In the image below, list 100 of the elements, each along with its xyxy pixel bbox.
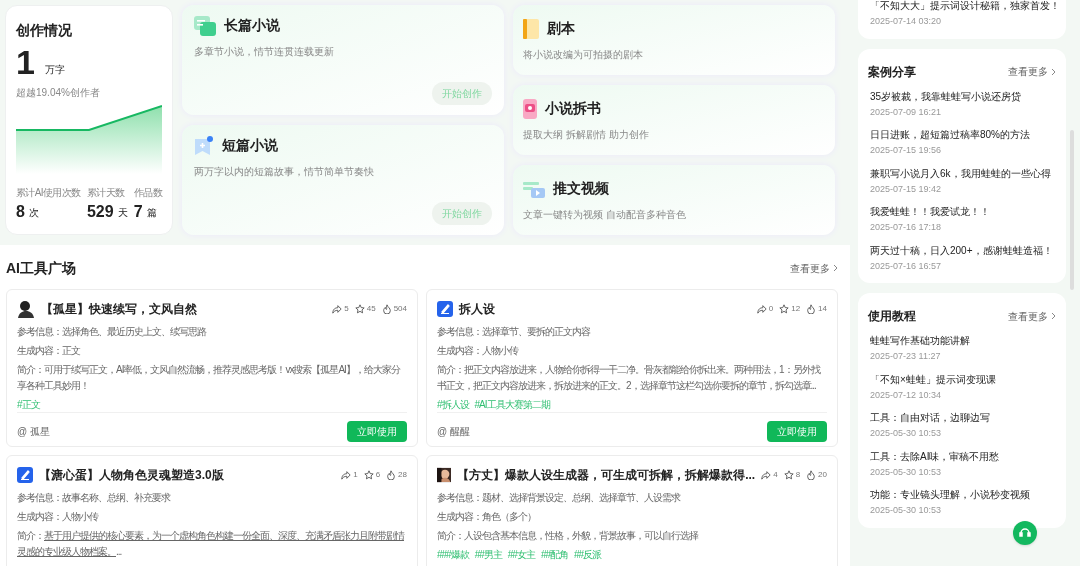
use-count: 504 <box>393 303 407 315</box>
article-date: 2025-05-30 10:53 <box>870 427 943 440</box>
tool-title: 拆人设 <box>459 301 496 318</box>
star-count: 45 <box>366 303 376 315</box>
metric-label: 累计天数 <box>86 186 126 200</box>
mode-title: 小说拆书 <box>545 99 601 118</box>
star-icon[interactable] <box>363 470 374 480</box>
support-button[interactable] <box>1013 521 1037 545</box>
tool-title: 【溏心蛋】人物角色灵魂塑造3.0版 <box>39 467 225 484</box>
see-more-link[interactable]: 查看更多 <box>1008 64 1048 79</box>
output-info: 生成内容：人物小传 <box>17 510 100 524</box>
reference-info: 参考信息：选择章节、要拆的正文内容 <box>437 325 591 339</box>
article-title: 工具：自由对话，边聊边写 <box>870 411 991 425</box>
article-title: 「不知大大」提示词设计秘籍，独家首发！ <box>870 0 1056 13</box>
tool-card[interactable]: 【孤星】快速续写，文风自然 5 45 504 参考信息：选择角色、最近历史上文、续写思路 生成内容：正文 简介：可用于续写正文，AI率低，文风自然流畅，推荐灵感思考版！vx搜索【孤星AI】，给大家分享各种工具妙用！ #正文 @ 孤星 立即使用 <box>6 289 418 447</box>
article-date: 2025-07-16 16:57 <box>870 259 943 273</box>
sidebar-title: 案例分享 <box>868 63 916 81</box>
word-count: 1 <box>16 45 35 79</box>
stats-title: 创作情况 <box>16 21 73 40</box>
mode-card[interactable]: 小说拆书 提取大纲 拆解剧情 助力创作 <box>513 85 835 155</box>
mode-title: 剧本 <box>547 19 575 38</box>
mode-title: 长篇小说 <box>224 16 280 35</box>
article-date: 2025-07-14 03:20 <box>870 15 943 28</box>
tool-intro: 简介：可用于续写正文，AI率低，文风自然流畅，推荐灵感思考版！vx搜索【孤星AI】，给大家分享各种工具妙用！ <box>17 363 402 393</box>
article-item[interactable]: 功能：专业镜头理解，小说秒变视频 2025-05-30 10:53 <box>868 487 1056 518</box>
use-count: 28 <box>398 469 407 481</box>
metric-label: 作品数 <box>133 186 162 200</box>
pen-icon <box>17 467 33 483</box>
reference-info: 参考信息：选择角色、最近历史上文、续写思路 <box>17 325 208 339</box>
mode-card[interactable]: 推文视频 文章一键转为视频 自动配音多种音色 <box>513 165 835 235</box>
fire-icon <box>381 304 392 314</box>
article-title: 兼职写小说月入6k，我用蛙蛙的一些心得 <box>870 166 1052 181</box>
share-count: 1 <box>353 469 358 481</box>
reference-info: 参考信息：故事名称、总纲、补充要求 <box>17 491 172 505</box>
fire-icon <box>806 470 817 480</box>
mode-card[interactable]: 短篇小说 两万字以内的短篇故事，情节简单节奏快 开始创作 <box>182 125 504 235</box>
output-info: 生成内容：角色（多个） <box>437 510 537 524</box>
section-title: AI工具广场 <box>6 258 76 278</box>
mode-description: 多章节小说，情节连贯连载更新 <box>194 45 335 59</box>
article-title: 「不知×蛙蛙」提示词变现课 <box>870 372 997 387</box>
notebook-icon <box>523 98 537 119</box>
see-more-link[interactable]: 查看更多 <box>1008 308 1048 324</box>
tool-title: 【方丈】爆款人设生成器，可生成可拆解，拆解爆款得... <box>457 467 756 484</box>
share-count: 5 <box>344 303 349 315</box>
article-item[interactable]: 工具：去除AI味，审稿不用愁 2025-05-30 10:53 <box>868 448 1056 479</box>
metric-value: 529 <box>86 204 114 220</box>
tool-title: 【孤星】快速续写，文风自然 <box>41 301 198 318</box>
star-icon[interactable] <box>354 304 365 314</box>
article-item[interactable]: 35岁被裁，我靠蛙蛙写小说还房贷 2025-07-09 16:21 <box>868 88 1056 119</box>
article-date: 2025-05-30 10:53 <box>870 465 943 479</box>
word-unit: 万字 <box>44 63 65 77</box>
tool-intro: 简介：基于用户提供的核心要素，为一个虚构角色构建一份全面、深度、充满矛盾张力且附带剧情灵感的专业级人物档案。... <box>17 529 406 559</box>
tool-card[interactable]: 拆人设 0 12 14 参考信息：选择章节、要拆的正文内容 生成内容：人物小传 简介：把正文内容放进来，人物给你拆得一干二净。骨灰都能给你拆出来。两种用法，1：另外找书正文，把正文内容放进来，拆放进来的正文。2，选择章节这栏勾选你要拆的章节，拆勾选章... #拆人设 #AI工具大赛第二期 @ 醒醒 立即使用 <box>426 289 838 447</box>
tool-card[interactable]: 【方丈】爆款人设生成器，可生成可拆解，拆解爆款得... 4 8 20 参考信息：题材、选择背景设定、总纲、选择章节、人设需求 生成内容：角色（多个） 简介：人设包含基本信息，性格，外貌，背景故事，可以自行选择 ###爆款 ##男主 ##女主 ##配角 ##反派 <box>426 455 838 566</box>
mode-title: 推文视频 <box>553 179 609 198</box>
book-icon <box>523 18 539 39</box>
article-item[interactable]: 两天过十稿，日入200+，感谢蛙蛙造福！ 2025-07-16 16:57 <box>868 242 1056 273</box>
chevron-right-icon <box>1051 312 1056 320</box>
article-date: 2025-07-23 11:27 <box>870 350 942 363</box>
metric-label: 累计AI使用次数 <box>16 186 81 200</box>
sidebar-title: 使用教程 <box>868 308 916 325</box>
article-item[interactable]: 工具：自由对话，边聊边写 2025-05-30 10:53 <box>868 410 1056 441</box>
chevron-right-icon <box>1051 67 1056 76</box>
tool-intro: 简介：人设包含基本信息，性格，外貌，背景故事，可以自行选择 <box>437 529 699 543</box>
pen-icon <box>437 301 453 317</box>
article-title: 工具：去除AI味，审稿不用愁 <box>870 449 1001 464</box>
mode-card[interactable]: 长篇小说 多章节小说，情节连贯连载更新 开始创作 <box>182 5 504 115</box>
article-item[interactable]: 日日进账，超短篇过稿率80%的方法 2025-07-15 19:56 <box>868 127 1056 158</box>
article-item[interactable]: 我爱蛙蛙！！我爱试龙！！ 2025-07-16 17:18 <box>868 204 1056 235</box>
mode-title: 短篇小说 <box>222 136 278 155</box>
mode-description: 两万字以内的短篇故事，情节简单节奏快 <box>194 165 375 179</box>
article-title: 日日进账，超短篇过稿率80%的方法 <box>870 128 1031 142</box>
article-item[interactable]: 「不知×蛙蛙」提示词变现课 2025-07-12 10:34 <box>868 371 1056 402</box>
article-item[interactable]: 兼职写小说月入6k，我用蛙蛙的一些心得 2025-07-15 19:42 <box>868 165 1056 196</box>
share-icon[interactable] <box>756 304 767 314</box>
share-icon[interactable] <box>761 470 772 480</box>
article-title: 两天过十稿，日入200+，感谢蛙蛙造福！ <box>870 243 1054 258</box>
share-icon[interactable] <box>341 470 352 480</box>
use-count: 14 <box>818 303 827 315</box>
article-date: 2025-07-15 19:56 <box>870 144 943 157</box>
avatar-icon <box>17 300 35 318</box>
output-info: 生成内容：人物小传 <box>437 344 520 358</box>
article-title: 功能：专业镜头理解，小说秒变视频 <box>870 488 1031 502</box>
author-name: @ 孤星 <box>17 425 50 439</box>
share-icon[interactable] <box>332 304 343 314</box>
article-item[interactable]: 「不知大大」提示词设计秘籍，独家首发！ 2025-07-14 03:20 <box>868 0 1056 29</box>
mode-description: 将小说改编为可拍摄的剧本 <box>523 48 644 62</box>
star-icon[interactable] <box>779 304 790 314</box>
mode-description: 提取大纲 拆解剧情 助力创作 <box>523 128 650 142</box>
mode-card[interactable]: 剧本 将小说改编为可拍摄的剧本 <box>513 5 835 75</box>
metric-unit: 天 <box>117 206 128 220</box>
tool-card[interactable]: 【溏心蛋】人物角色灵魂塑造3.0版 1 6 28 参考信息：故事名称、总纲、补充要求 生成内容：人物小传 简介：基于用户提供的核心要素，为一个虚构角色构建一份全面、深度、充满矛盾张力且附带剧情灵感的专业级人物档案。... <box>6 455 418 566</box>
rank-text: 超越19.04%创作者 <box>16 86 101 100</box>
article-date: 2025-07-16 17:18 <box>870 221 943 234</box>
fire-icon <box>806 304 817 314</box>
see-more-link[interactable]: 查看更多 <box>790 260 830 276</box>
star-count: 6 <box>375 469 381 481</box>
chevron-right-icon <box>833 264 838 272</box>
article-item[interactable]: 蛙蛙写作基础功能讲解 2025-07-23 11:27 <box>868 333 1056 364</box>
star-icon[interactable] <box>783 470 794 480</box>
